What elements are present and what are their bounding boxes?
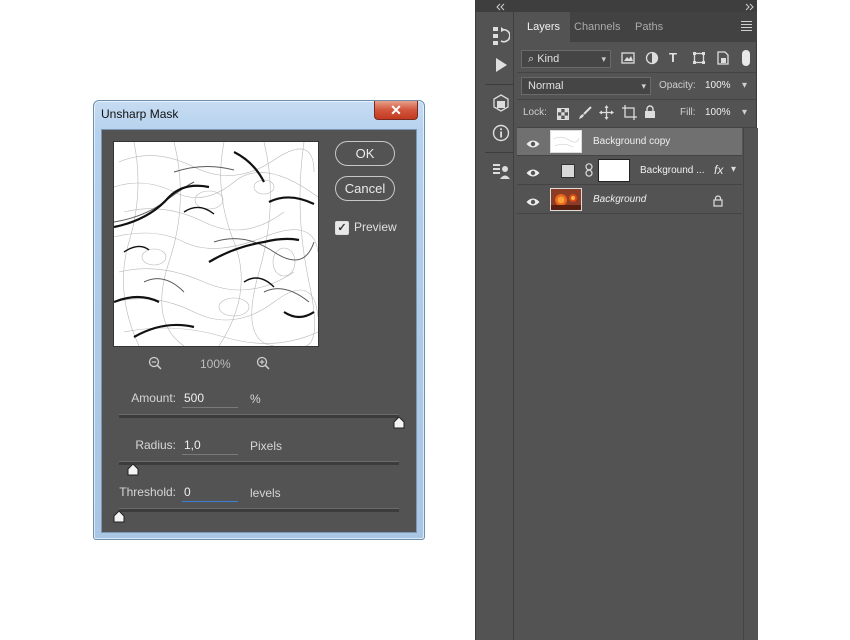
- filter-toggle[interactable]: [742, 50, 750, 66]
- layer-thumbnail: [550, 188, 582, 211]
- opacity-dropdown-icon[interactable]: ▾: [742, 80, 747, 91]
- panel-dock-strip: [475, 0, 518, 640]
- threshold-label: Threshold:: [119, 485, 176, 499]
- threshold-unit: levels: [250, 486, 281, 500]
- zoom-in-icon[interactable]: [256, 356, 270, 373]
- filter-preview[interactable]: [113, 141, 319, 347]
- lock-pixels-brush-icon[interactable]: [578, 106, 592, 125]
- layer-mask-thumbnail: [598, 159, 630, 182]
- type-filter-icon[interactable]: T: [669, 50, 677, 65]
- close-button[interactable]: ✕: [374, 101, 418, 120]
- zoom-out-icon[interactable]: [148, 356, 162, 373]
- smart-object-filter-icon[interactable]: [716, 51, 730, 68]
- layer-lock-icon[interactable]: [713, 194, 723, 212]
- layer-thumbnail: [550, 130, 582, 153]
- radius-unit: Pixels: [250, 439, 283, 453]
- amount-input[interactable]: 500: [182, 391, 238, 408]
- adjustment-filter-icon[interactable]: [645, 51, 659, 68]
- radius-slider-track[interactable]: [119, 461, 399, 476]
- fill-input[interactable]: 100%: [705, 107, 731, 118]
- properties-icon[interactable]: [491, 162, 511, 184]
- play-icon[interactable]: [491, 56, 511, 78]
- collapse-dock-bar[interactable]: [476, 0, 518, 12]
- threshold-slider-track[interactable]: [113, 508, 399, 523]
- zoom-level: 100%: [200, 357, 231, 371]
- tab-layers[interactable]: Layers: [517, 12, 571, 42]
- tab-paths[interactable]: Paths: [635, 12, 663, 42]
- dialog-body: OK Cancel ✓ Preview 100% Amount: 500 % R…: [101, 129, 417, 533]
- fx-icon[interactable]: fx: [714, 163, 723, 177]
- dialog-title: Unsharp Mask: [101, 107, 179, 121]
- lock-all-icon[interactable]: [644, 105, 656, 124]
- eye-icon[interactable]: [526, 194, 540, 206]
- eye-icon[interactable]: [526, 136, 540, 148]
- layer-name: Background: [593, 194, 647, 205]
- amount-label: Amount:: [131, 391, 176, 405]
- opacity-input[interactable]: 100%: [705, 80, 731, 91]
- layer-row[interactable]: Background: [517, 186, 742, 214]
- layer-name: Background ...: [640, 165, 705, 176]
- link-icon[interactable]: [585, 163, 593, 182]
- unsharp-mask-dialog: Unsharp Mask ✕ OK Cancel ✓ Preview 100% …: [93, 100, 425, 540]
- layer-row[interactable]: Background copy: [517, 128, 742, 156]
- cancel-button[interactable]: Cancel: [335, 176, 395, 201]
- radius-input[interactable]: 1,0: [182, 438, 238, 455]
- amount-unit: %: [250, 392, 261, 406]
- opacity-label: Opacity:: [659, 80, 696, 91]
- shape-filter-icon[interactable]: [692, 51, 706, 68]
- radius-label: Radius:: [135, 438, 176, 452]
- panel-menu-icon[interactable]: [741, 21, 752, 33]
- layer-color-swatch: [561, 164, 575, 178]
- fill-dropdown-icon[interactable]: ▾: [742, 107, 747, 118]
- preview-checkbox[interactable]: ✓: [335, 221, 349, 235]
- layer-row[interactable]: Background ... fx ▾: [517, 157, 742, 185]
- pixel-filter-icon[interactable]: [621, 51, 635, 68]
- eye-icon[interactable]: [526, 165, 540, 177]
- fill-label: Fill:: [680, 107, 696, 118]
- blend-row: Normal ▾ Opacity: 100% ▾: [517, 72, 757, 100]
- info-icon[interactable]: [491, 124, 511, 146]
- filter-kind-dropdown[interactable]: ⌕ Kind ▾: [521, 50, 611, 68]
- panel-tabs: Layers Channels Paths: [517, 12, 757, 42]
- lock-row: Lock: Fill: 100% ▾: [517, 99, 757, 128]
- lock-transparent-icon[interactable]: [557, 107, 569, 125]
- preview-label: Preview: [354, 220, 397, 234]
- history-icon[interactable]: [491, 26, 511, 50]
- threshold-input[interactable]: 0: [182, 485, 238, 502]
- lock-position-move-icon[interactable]: [599, 105, 614, 125]
- amount-slider-track[interactable]: [119, 414, 405, 429]
- 3d-icon[interactable]: [491, 94, 511, 118]
- tab-channels[interactable]: Channels: [574, 12, 620, 42]
- search-icon: ⌕: [528, 53, 538, 65]
- filter-row: ⌕ Kind ▾ T: [517, 42, 757, 73]
- layers-panel: Layers Channels Paths ⌕ Kind ▾ T Normal ▾ …: [517, 0, 758, 640]
- layer-name: Background copy: [593, 136, 671, 147]
- lock-label: Lock:: [523, 107, 547, 118]
- blend-mode-dropdown[interactable]: Normal ▾: [521, 77, 651, 95]
- collapse-panel-bar[interactable]: [517, 0, 757, 12]
- lock-artboard-crop-icon[interactable]: [622, 105, 637, 125]
- ok-button[interactable]: OK: [335, 141, 395, 166]
- layers-scrollbar[interactable]: [743, 128, 758, 640]
- expand-effects-icon[interactable]: ▾: [731, 164, 736, 175]
